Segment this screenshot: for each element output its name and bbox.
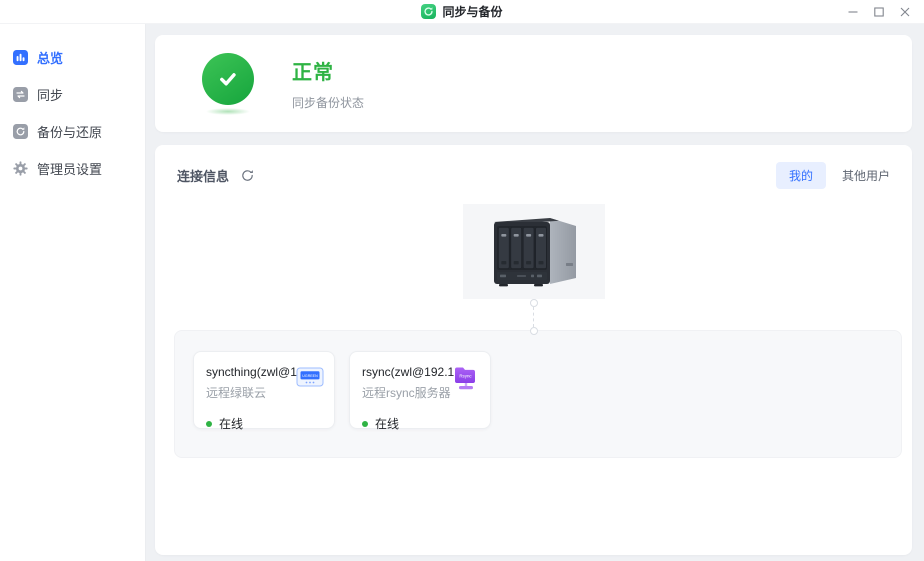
- status-check-wrap: [202, 53, 254, 115]
- status-check-shadow: [206, 108, 250, 115]
- device-name: rsync(zwl@192.16...: [362, 365, 454, 379]
- svg-text:UGREEN: UGREEN: [302, 374, 318, 378]
- sidebar: 总览 同步 备份与还原 管理员设置: [0, 24, 146, 561]
- close-button[interactable]: [892, 1, 918, 23]
- device-name: syncthing(zwl@19...: [206, 365, 298, 379]
- device-type: 远程绿联云: [206, 384, 298, 401]
- link-node-bottom: [530, 327, 538, 335]
- maximize-button[interactable]: [866, 1, 892, 23]
- sidebar-item-label: 备份与还原: [37, 122, 102, 141]
- sidebar-item-admin-settings[interactable]: 管理员设置: [0, 150, 145, 187]
- link-node-top: [530, 299, 538, 307]
- connection-diagram: syncthing(zwl@19... 远程绿联云 UGREEN 在线: [155, 204, 912, 555]
- svg-text:Rsync: Rsync: [459, 374, 472, 379]
- refresh-button[interactable]: [240, 168, 255, 183]
- connection-link: [530, 299, 538, 335]
- device-status-text: 在线: [375, 415, 399, 432]
- window-controls: [840, 0, 918, 24]
- connection-header: 连接信息 我的 其他用户: [155, 162, 912, 189]
- sidebar-item-sync[interactable]: 同步: [0, 76, 145, 113]
- link-dashed-line: [533, 307, 534, 327]
- status-subtitle: 同步备份状态: [292, 94, 364, 111]
- titlebar: 同步与备份: [0, 0, 924, 24]
- sidebar-item-backup-restore[interactable]: 备份与还原: [0, 113, 145, 150]
- devices-panel: syncthing(zwl@19... 远程绿联云 UGREEN 在线: [174, 330, 902, 458]
- backup-restore-icon: [13, 124, 28, 139]
- status-texts: 正常 同步备份状态: [292, 56, 364, 111]
- sidebar-item-label: 管理员设置: [37, 159, 102, 178]
- sync-icon: [13, 87, 28, 102]
- online-dot-icon: [362, 421, 368, 427]
- minimize-icon: [847, 6, 859, 18]
- connection-title: 连接信息: [177, 166, 229, 185]
- status-check-icon: [202, 53, 254, 105]
- sidebar-item-label: 总览: [37, 48, 63, 67]
- main-content: 正常 同步备份状态 连接信息 我的 其他用户: [146, 24, 924, 561]
- close-icon: [899, 6, 911, 18]
- status-title: 正常: [292, 56, 364, 85]
- sync-backup-app-icon: [421, 4, 436, 19]
- maximize-icon: [873, 6, 885, 18]
- device-status: 在线: [362, 415, 478, 432]
- online-dot-icon: [206, 421, 212, 427]
- filter-tab-other-users[interactable]: 其他用户: [842, 167, 890, 184]
- admin-settings-icon: [13, 161, 28, 176]
- device-status: 在线: [206, 415, 322, 432]
- window-title: 同步与备份: [442, 3, 502, 20]
- ugreen-cloud-icon: UGREEN: [295, 363, 325, 393]
- minimize-button[interactable]: [840, 1, 866, 23]
- sidebar-item-overview[interactable]: 总览: [0, 39, 145, 76]
- device-status-text: 在线: [219, 415, 243, 432]
- device-card-syncthing[interactable]: syncthing(zwl@19... 远程绿联云 UGREEN 在线: [193, 351, 335, 429]
- device-type: 远程rsync服务器: [362, 384, 454, 401]
- nas-illustration-icon: [484, 212, 584, 292]
- status-card: 正常 同步备份状态: [155, 35, 912, 132]
- nas-device-image: [463, 204, 605, 299]
- overview-icon: [13, 50, 28, 65]
- app-window: 同步与备份 总览: [0, 0, 924, 561]
- sidebar-item-label: 同步: [37, 85, 63, 104]
- connection-card: 连接信息 我的 其他用户: [155, 145, 912, 555]
- filter-tab-mine[interactable]: 我的: [776, 162, 826, 189]
- titlebar-center: 同步与备份: [421, 3, 502, 20]
- device-card-rsync[interactable]: rsync(zwl@192.16... 远程rsync服务器 Rsync 在线: [349, 351, 491, 429]
- refresh-icon: [240, 168, 255, 183]
- rsync-server-icon: Rsync: [451, 363, 481, 393]
